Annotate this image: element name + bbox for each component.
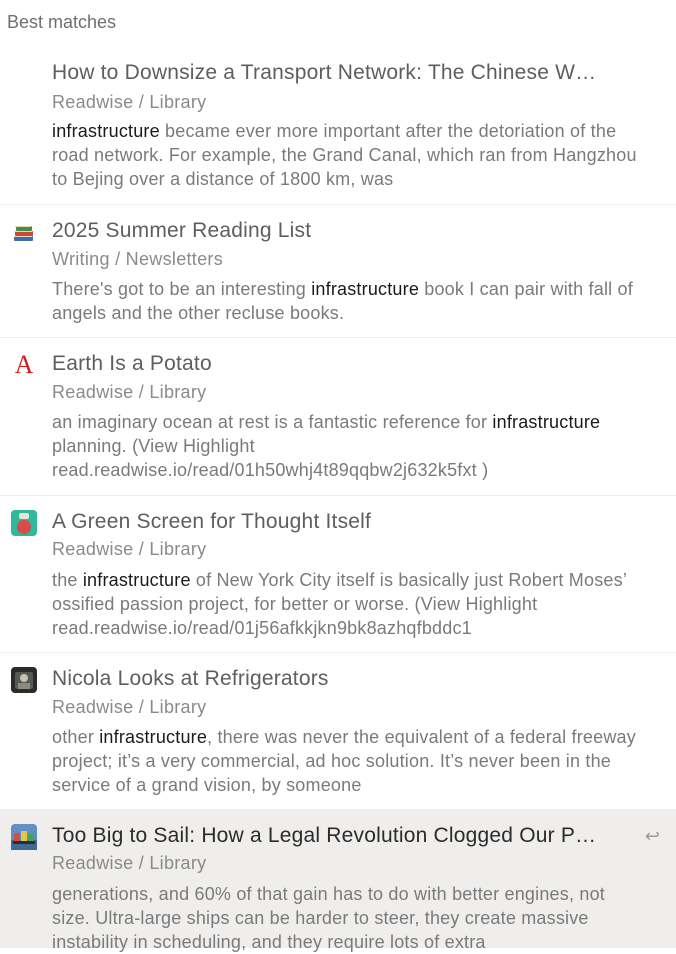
search-result[interactable]: A Earth Is a Potato Readwise / Library a… bbox=[0, 338, 676, 496]
result-snippet: generations, and 60% of that gain has to… bbox=[52, 884, 605, 952]
return-key-icon: ↩ bbox=[644, 826, 660, 846]
result-path: Readwise / Library bbox=[52, 382, 207, 402]
match-highlight: infrastructure bbox=[311, 279, 420, 299]
result-path: Readwise / Library bbox=[52, 92, 207, 112]
letter-a-icon: A bbox=[14, 350, 34, 379]
result-snippet: the infrastructure of New York City itse… bbox=[52, 570, 627, 638]
ship-photo-icon bbox=[11, 824, 37, 850]
section-header: Best matches bbox=[7, 12, 117, 32]
search-result[interactable]: A Green Screen for Thought Itself Readwi… bbox=[0, 496, 676, 653]
result-snippet: infrastructure became ever more importan… bbox=[52, 121, 637, 189]
search-result[interactable]: Nicola Looks at Refrigerators Readwise /… bbox=[0, 653, 676, 810]
result-title: A Green Screen for Thought Itself bbox=[52, 510, 372, 533]
result-title: Earth Is a Potato bbox=[52, 352, 212, 375]
search-result-selected[interactable]: Too Big to Sail: How a Legal Revolution … bbox=[0, 810, 676, 952]
match-highlight: infrastructure bbox=[82, 570, 191, 590]
books-icon bbox=[11, 219, 37, 245]
result-title: How to Downsize a Transport Network: The… bbox=[52, 61, 597, 84]
dark-photo-icon bbox=[11, 667, 37, 693]
search-result[interactable]: How to Downsize a Transport Network: The… bbox=[0, 48, 676, 205]
result-path: Readwise / Library bbox=[52, 853, 207, 873]
green-screen-icon bbox=[11, 510, 37, 536]
result-title: 2025 Summer Reading List bbox=[52, 219, 312, 242]
result-title: Too Big to Sail: How a Legal Revolution … bbox=[52, 824, 597, 847]
match-highlight: infrastructure bbox=[52, 121, 160, 141]
result-snippet: other infrastructure, there was never th… bbox=[52, 727, 636, 795]
result-path: Readwise / Library bbox=[52, 539, 207, 559]
match-highlight: infrastructure bbox=[492, 412, 601, 432]
match-highlight: infrastructure bbox=[99, 727, 208, 747]
result-snippet: There's got to be an interesting infrast… bbox=[52, 279, 633, 323]
search-result[interactable]: 2025 Summer Reading List Writing / Newsl… bbox=[0, 205, 676, 338]
result-path: Readwise / Library bbox=[52, 697, 207, 717]
result-snippet: an imaginary ocean at rest is a fantasti… bbox=[52, 412, 601, 480]
result-title: Nicola Looks at Refrigerators bbox=[52, 667, 329, 690]
result-path: Writing / Newsletters bbox=[52, 249, 224, 269]
